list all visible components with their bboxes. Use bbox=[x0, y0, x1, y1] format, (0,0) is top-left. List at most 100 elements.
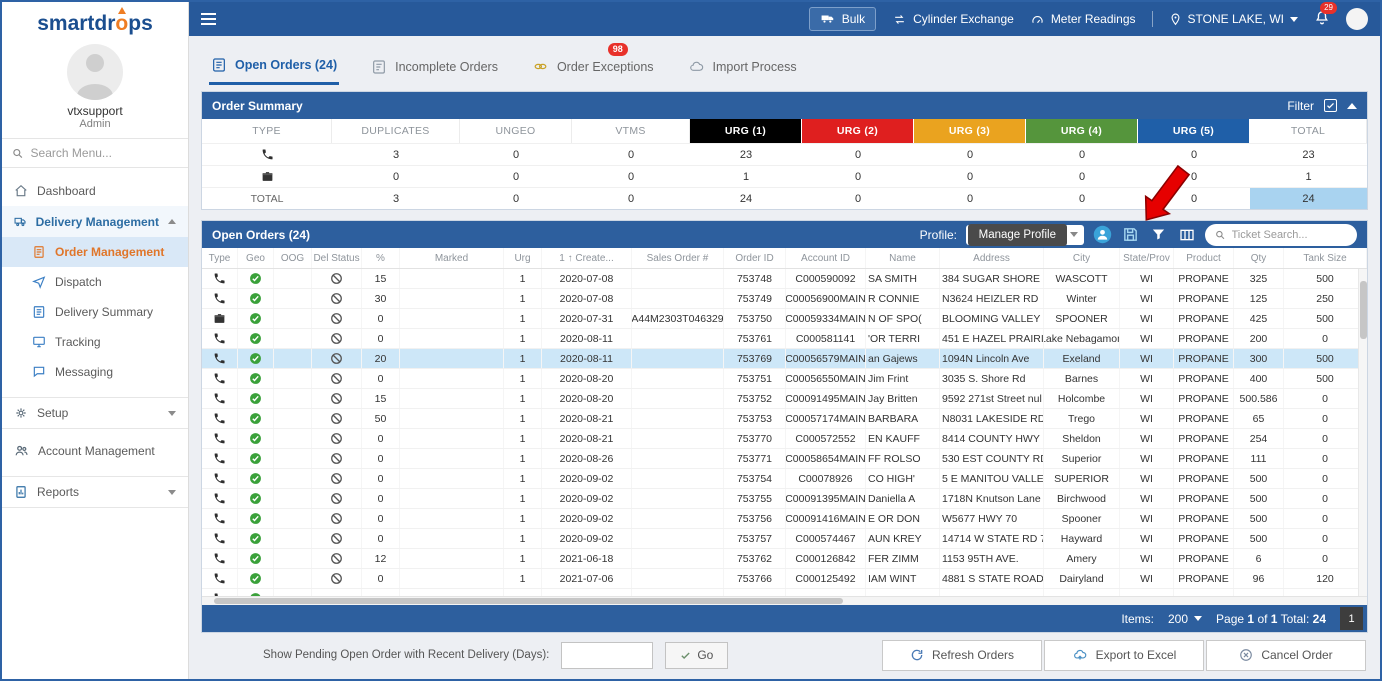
order-cell-city: Barnes bbox=[1044, 369, 1120, 388]
meter-readings-button[interactable]: Meter Readings bbox=[1030, 12, 1136, 26]
column-settings-button[interactable] bbox=[1177, 225, 1196, 244]
order-cell-urg: 1 bbox=[504, 309, 542, 328]
sidebar-item-order-management[interactable]: Order Management bbox=[2, 237, 188, 267]
vertical-scrollbar-thumb[interactable] bbox=[1360, 281, 1367, 339]
order-row[interactable]: 0 1 2020-07-31 A44M2303T046329 753750 C000593… bbox=[202, 309, 1367, 329]
order-row[interactable]: 0 1 2020-08-11 753761 C000581141 'OR TERRI 451… bbox=[202, 329, 1367, 349]
export-to-excel-button[interactable]: Export to Excel bbox=[1044, 639, 1204, 671]
cancel-order-button[interactable]: Cancel Order bbox=[1206, 639, 1366, 671]
order-row[interactable]: 0 1 2020-08-26 753771 C00058654MAIN FF ROLSO 5… bbox=[202, 449, 1367, 469]
order-row[interactable]: 30 1 2020-07-08 753749 C00056900MAIN R CONNIE… bbox=[202, 289, 1367, 309]
save-profile-button[interactable] bbox=[1121, 225, 1140, 244]
orders-column-header[interactable]: Address bbox=[940, 248, 1044, 268]
tab-order-exceptions[interactable]: Order Exceptions 98 bbox=[530, 43, 656, 85]
order-cell-address: 384 SUGAR SHORE RD bbox=[940, 269, 1044, 288]
orders-column-header[interactable]: Del Status bbox=[312, 248, 362, 268]
go-button[interactable]: Go bbox=[665, 641, 729, 669]
orders-column-header[interactable]: Tank Size bbox=[1284, 248, 1367, 268]
order-cell-account_id: C000572552 bbox=[786, 429, 866, 448]
page-1-button[interactable]: 1 bbox=[1340, 607, 1363, 630]
sidebar-item-reports[interactable]: Reports bbox=[2, 476, 188, 508]
order-cell-address: 1094N Lincoln Ave bbox=[940, 349, 1044, 368]
ticket-search-input[interactable] bbox=[1231, 228, 1347, 241]
order-row[interactable]: 20 1 2020-08-11 753769 C00056579MAIN an Gajew… bbox=[202, 349, 1367, 369]
horizontal-scrollbar-thumb[interactable] bbox=[214, 598, 844, 604]
order-row[interactable]: 0 1 2020-09-02 753755 C00091395MAIN Daniella … bbox=[202, 489, 1367, 509]
orders-column-header[interactable]: OOG bbox=[274, 248, 312, 268]
tab-open-orders[interactable]: Open Orders (24) bbox=[209, 50, 340, 85]
tab-import-process[interactable]: Import Process bbox=[686, 50, 799, 85]
order-row[interactable] bbox=[202, 589, 1367, 596]
order-row[interactable]: 12 1 2021-06-18 753762 C000126842 FER ZIMM 115… bbox=[202, 549, 1367, 569]
order-row[interactable]: 0 1 2021-07-06 753766 C000125492 IAM WINT 4881… bbox=[202, 569, 1367, 589]
order-cell-del_status bbox=[312, 589, 362, 596]
order-cell-urg: 1 bbox=[504, 289, 542, 308]
sidebar-item-account-management[interactable]: Account Management bbox=[2, 435, 188, 466]
collapse-panel-icon[interactable] bbox=[1347, 102, 1357, 109]
sidebar-item-delivery-summary[interactable]: Delivery Summary bbox=[2, 297, 188, 327]
cloud-export-icon bbox=[1073, 649, 1086, 660]
orders-column-header[interactable]: Marked bbox=[400, 248, 504, 268]
location-selector[interactable]: STONE LAKE, WI bbox=[1169, 12, 1298, 26]
vertical-scrollbar[interactable] bbox=[1358, 269, 1367, 596]
profile-avatar-button[interactable] bbox=[1346, 8, 1368, 30]
filter-grid-button[interactable] bbox=[1149, 225, 1168, 244]
orders-column-header[interactable]: City bbox=[1044, 248, 1120, 268]
ticket-search[interactable] bbox=[1205, 223, 1357, 246]
order-row[interactable]: 0 1 2020-08-21 753770 C000572552 EN KAUFF 8414… bbox=[202, 429, 1367, 449]
order-row[interactable]: 0 1 2020-09-02 753757 C000574467 AUN KREY 1471… bbox=[202, 529, 1367, 549]
summary-column-header: TYPE bbox=[202, 119, 332, 143]
order-cell-tank_size: 500 bbox=[1284, 349, 1367, 368]
orders-column-header[interactable]: % bbox=[362, 248, 400, 268]
order-cell-sales_order bbox=[632, 529, 724, 548]
orders-column-header[interactable]: Type bbox=[202, 248, 238, 268]
horizontal-scrollbar[interactable] bbox=[202, 596, 1367, 605]
sidebar-item-delivery-management[interactable]: Delivery Management bbox=[2, 206, 188, 237]
orders-column-header[interactable]: Product bbox=[1174, 248, 1234, 268]
order-row[interactable]: 0 1 2020-09-02 753754 C00078926 CO HIGH' 5 E M… bbox=[202, 469, 1367, 489]
orders-column-header[interactable]: Qty bbox=[1234, 248, 1284, 268]
orders-column-header[interactable]: Sales Order # bbox=[632, 248, 724, 268]
order-cell-qty: 425 bbox=[1234, 309, 1284, 328]
pending-days-input[interactable] bbox=[561, 641, 654, 669]
order-cell-qty: 125 bbox=[1234, 289, 1284, 308]
orders-column-header[interactable]: State/Prov bbox=[1120, 248, 1174, 268]
sidebar-item-messaging[interactable]: Messaging bbox=[2, 357, 188, 387]
menu-search[interactable] bbox=[2, 138, 188, 168]
items-per-page-dropdown[interactable]: 200 bbox=[1168, 612, 1203, 626]
order-row[interactable]: 50 1 2020-08-21 753753 C00057174MAIN BARBARA N… bbox=[202, 409, 1367, 429]
order-row[interactable]: 15 1 2020-07-08 753748 C000590092 SA SMITH 384… bbox=[202, 269, 1367, 289]
order-cell-urg: 1 bbox=[504, 449, 542, 468]
filter-checkbox[interactable] bbox=[1324, 99, 1337, 112]
orders-column-header[interactable]: 1 ↑ Create... bbox=[542, 248, 632, 268]
orders-column-header[interactable]: Account ID bbox=[786, 248, 866, 268]
order-cell-sales_order bbox=[632, 429, 724, 448]
sidebar-item-tracking[interactable]: Tracking bbox=[2, 327, 188, 357]
orders-column-header[interactable]: Urg bbox=[504, 248, 542, 268]
menu-search-input[interactable] bbox=[30, 146, 178, 160]
order-cell-state: WI bbox=[1120, 569, 1174, 588]
tab-incomplete-orders[interactable]: Incomplete Orders bbox=[369, 50, 500, 85]
orders-column-header[interactable]: Order ID bbox=[724, 248, 786, 268]
manage-profile-button[interactable] bbox=[1093, 225, 1112, 244]
order-cell-sales_order bbox=[632, 469, 724, 488]
sidebar-item-dashboard[interactable]: Dashboard bbox=[2, 176, 188, 206]
notifications-button[interactable]: 29 bbox=[1314, 2, 1337, 29]
sidebar: smartdrops vtxsupport Admin Dashboard De… bbox=[2, 2, 189, 679]
sidebar-item-setup[interactable]: Setup bbox=[2, 397, 188, 429]
order-cell-account_id: C000590092 bbox=[786, 269, 866, 288]
order-row[interactable]: 15 1 2020-08-20 753752 C00091495MAIN Jay Brit… bbox=[202, 389, 1367, 409]
order-cell-city: Trego bbox=[1044, 409, 1120, 428]
order-cell-product: PROPANE bbox=[1174, 549, 1234, 568]
refresh-orders-button[interactable]: Refresh Orders bbox=[882, 639, 1042, 671]
bulk-button[interactable]: Bulk bbox=[808, 7, 877, 31]
orders-column-header[interactable]: Geo bbox=[238, 248, 274, 268]
gear-icon bbox=[16, 408, 26, 418]
order-cell-state: WI bbox=[1120, 469, 1174, 488]
orders-column-header[interactable]: Name bbox=[866, 248, 940, 268]
cylinder-exchange-button[interactable]: Cylinder Exchange bbox=[892, 12, 1014, 26]
sidebar-item-dispatch[interactable]: Dispatch bbox=[2, 267, 188, 297]
order-row[interactable]: 0 1 2020-08-20 753751 C00056550MAIN Jim Frint… bbox=[202, 369, 1367, 389]
order-row[interactable]: 0 1 2020-09-02 753756 C00091416MAIN E OR DON W… bbox=[202, 509, 1367, 529]
hamburger-menu-icon[interactable] bbox=[201, 13, 216, 25]
